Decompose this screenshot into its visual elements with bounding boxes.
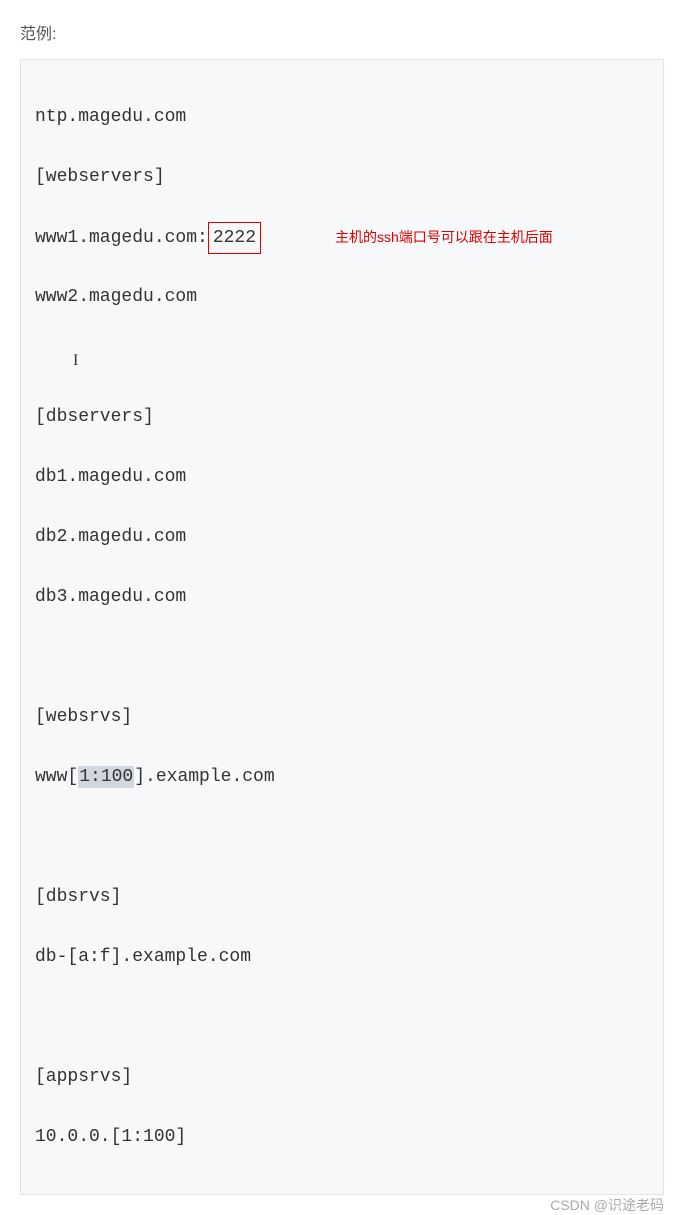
code-line (35, 642, 649, 672)
code-line: [dbservers] (35, 402, 649, 432)
code-line (35, 1002, 649, 1032)
watermark: CSDN @识途老码 (550, 1195, 664, 1215)
code-line: www1.magedu.com:2222主机的ssh端口号可以跟在主机后面 (35, 222, 649, 252)
port-highlight-box: 2222 (208, 222, 261, 254)
selection-highlight: 1:100 (78, 766, 134, 788)
example-title: 范例: (20, 20, 664, 44)
code-line: www[1:100].example.com (35, 762, 649, 792)
code-line (35, 822, 649, 852)
code-line: db2.magedu.com (35, 522, 649, 552)
code-block: ntp.magedu.com [webservers] www1.magedu.… (20, 59, 664, 1195)
code-line: [appsrvs] (35, 1062, 649, 1092)
code-line: 10.0.0.[1:100] (35, 1122, 649, 1152)
text-cursor-icon: I (73, 346, 78, 376)
code-line: [webservers] (35, 162, 649, 192)
code-line: db3.magedu.com (35, 582, 649, 612)
code-line: db-[a:f].example.com (35, 942, 649, 972)
code-line: [websrvs] (35, 702, 649, 732)
code-line: db1.magedu.com (35, 462, 649, 492)
annotation-text: 主机的ssh端口号可以跟在主机后面 (335, 222, 553, 252)
code-line: [dbsrvs] (35, 882, 649, 912)
code-line: I (35, 342, 649, 372)
code-line: www2.magedu.com (35, 282, 649, 312)
code-line: ntp.magedu.com (35, 102, 649, 132)
